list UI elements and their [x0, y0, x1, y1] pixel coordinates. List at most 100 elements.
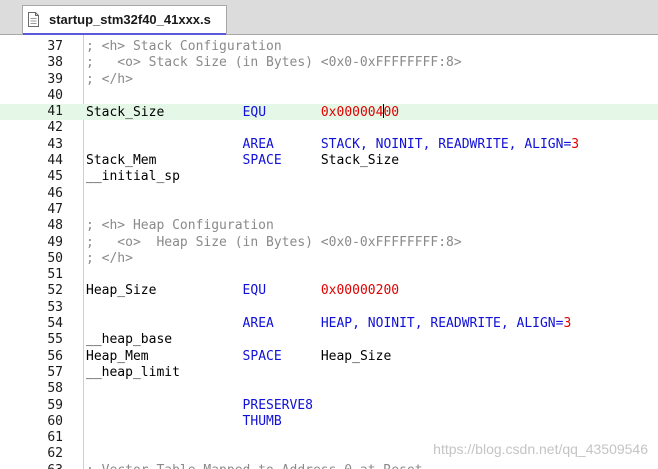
editor-window: startup_stm32f40_41xxx.s 37 ; <h> Stack C…: [0, 0, 658, 469]
code-token: __heap_limit: [86, 364, 180, 380]
code-line[interactable]: 47: [0, 202, 658, 218]
code-token: THUMB: [242, 413, 282, 429]
code-text: __heap_base: [86, 332, 172, 348]
code-token: SPACE: [242, 153, 282, 169]
code-text: ; <o> Heap Size (in Bytes) <0x0-0xFFFFFF…: [86, 235, 462, 251]
code-token: Stack_Mem: [86, 153, 157, 169]
code-token: 0x000004: [320, 105, 384, 121]
code-line[interactable]: 45 __initial_sp: [0, 169, 658, 185]
line-number: 47: [47, 201, 63, 217]
line-number: 41: [47, 104, 63, 120]
code-line[interactable]: 42: [0, 120, 658, 136]
code-token: Heap_Mem: [86, 348, 149, 364]
code-line[interactable]: 40: [0, 88, 658, 104]
code-text: Stack_Size EQU 0x00000400: [86, 104, 399, 121]
code-text: ; <h> Stack Configuration: [86, 39, 282, 55]
line-number: 43: [47, 136, 63, 152]
code-token: __initial_sp: [86, 169, 180, 185]
code-text: __initial_sp: [86, 169, 180, 185]
code-text: __heap_limit: [86, 365, 180, 381]
code-line[interactable]: 43 AREA STACK, NOINIT, READWRITE, ALIGN=…: [0, 137, 658, 153]
code-line[interactable]: 52 Heap_Size EQU 0x00000200: [0, 283, 658, 299]
code-token: 00: [383, 105, 400, 121]
code-text: ; </h>: [86, 251, 133, 267]
line-number: 48: [47, 218, 63, 234]
line-number: 45: [47, 169, 63, 185]
line-number: 37: [47, 39, 63, 54]
line-number: 46: [47, 185, 63, 201]
code-token: ; <h> Stack Configuration: [86, 39, 282, 54]
code-token: ; <o> Heap Size (in Bytes) <0x0-0xFFFFFF…: [86, 234, 462, 250]
line-number: 61: [47, 430, 63, 446]
code-line[interactable]: 46: [0, 186, 658, 202]
line-number: 56: [47, 348, 63, 364]
code-line[interactable]: 54 AREA HEAP, NOINIT, READWRITE, ALIGN=3: [0, 316, 658, 332]
code-token: Heap_Size: [320, 348, 392, 364]
code-line[interactable]: 53: [0, 300, 658, 316]
code-text: ; </h>: [86, 72, 133, 88]
code-text: ; Vector Table Mapped to Address 0 at Re…: [86, 463, 423, 469]
code-token: STACK, NOINIT, READWRITE, ALIGN=: [320, 136, 572, 152]
line-number: 60: [47, 413, 63, 429]
code-token: __heap_base: [86, 332, 173, 348]
code-token: Stack_Size: [320, 153, 400, 169]
code-token: EQU: [242, 283, 267, 299]
code-text: Heap_Size EQU 0x00000200: [86, 283, 399, 299]
line-number: 54: [47, 316, 63, 332]
line-number: 39: [47, 71, 63, 87]
code-token: ; Vector Table Mapped to Address 0 at Re…: [86, 463, 423, 469]
code-text: PRESERVE8: [86, 398, 313, 414]
line-number: 59: [47, 397, 63, 413]
file-icon: [28, 12, 39, 27]
code-line[interactable]: 51: [0, 267, 658, 283]
code-token: AREA: [242, 136, 274, 152]
code-token: ; <h> Heap Configuration: [86, 218, 274, 234]
code-text: Stack_Mem SPACE Stack_Size: [86, 153, 399, 169]
code-text: THUMB: [86, 414, 282, 430]
code-line[interactable]: 60 THUMB: [0, 414, 658, 430]
line-number: 50: [47, 250, 63, 266]
code-line[interactable]: 55 __heap_base: [0, 332, 658, 348]
code-line[interactable]: 37 ; <h> Stack Configuration: [0, 39, 658, 55]
code-text: ; <o> Stack Size (in Bytes) <0x0-0xFFFFF…: [86, 55, 462, 71]
line-number: 53: [47, 299, 63, 315]
code-text: AREA HEAP, NOINIT, READWRITE, ALIGN=3: [86, 316, 572, 332]
line-number: 58: [47, 381, 63, 397]
line-number: 40: [47, 87, 63, 103]
code-line[interactable]: 41 Stack_Size EQU 0x00000400: [0, 104, 658, 121]
line-number: 44: [47, 153, 63, 169]
code-line[interactable]: 49 ; <o> Heap Size (in Bytes) <0x0-0xFFFF…: [0, 235, 658, 251]
code-line[interactable]: 38 ; <o> Stack Size (in Bytes) <0x0-0xFFF…: [0, 55, 658, 71]
code-token: AREA: [242, 316, 274, 332]
code-token: ; </h>: [86, 71, 133, 87]
tab-bar: startup_stm32f40_41xxx.s: [0, 0, 658, 35]
code-token: 3: [563, 316, 572, 332]
line-number: 62: [47, 446, 63, 462]
line-number: 52: [47, 283, 63, 299]
line-number: 63: [0, 463, 63, 469]
code-token: HEAP, NOINIT, READWRITE, ALIGN=: [320, 316, 564, 332]
code-line[interactable]: 59 PRESERVE8: [0, 398, 658, 414]
code-line[interactable]: 50 ; </h>: [0, 251, 658, 267]
code-line[interactable]: 39 ; </h>: [0, 72, 658, 88]
code-token: PRESERVE8: [242, 397, 313, 413]
tab-startup-file[interactable]: startup_stm32f40_41xxx.s: [22, 5, 227, 35]
line-number: 42: [47, 120, 63, 136]
code-text: ; <h> Heap Configuration: [86, 218, 274, 234]
code-line[interactable]: 58: [0, 381, 658, 397]
line-number: 55: [47, 332, 63, 348]
code-token: ; <o> Stack Size (in Bytes) <0x0-0xFFFFF…: [86, 55, 462, 71]
code-token: Stack_Size: [86, 105, 165, 121]
code-editor[interactable]: 37 ; <h> Stack Configuration 38 ; <o> Stack…: [0, 35, 658, 469]
code-text: Heap_Mem SPACE Heap_Size: [86, 349, 391, 365]
code-token: 0x00000200: [320, 283, 400, 299]
code-line[interactable]: 44 Stack_Mem SPACE Stack_Size: [0, 153, 658, 169]
code-line[interactable]: 57 __heap_limit: [0, 365, 658, 381]
code-token: Heap_Size: [86, 283, 157, 299]
tab-label: startup_stm32f40_41xxx.s: [49, 12, 211, 27]
code-line[interactable]: 48 ; <h> Heap Configuration: [0, 218, 658, 234]
code-line[interactable]: 56 Heap_Mem SPACE Heap_Size: [0, 349, 658, 365]
code-token: SPACE: [242, 348, 282, 364]
code-line[interactable]: 63 ; Vector Table Mapped to Address 0 at …: [0, 463, 658, 469]
line-number: 38: [47, 55, 63, 71]
